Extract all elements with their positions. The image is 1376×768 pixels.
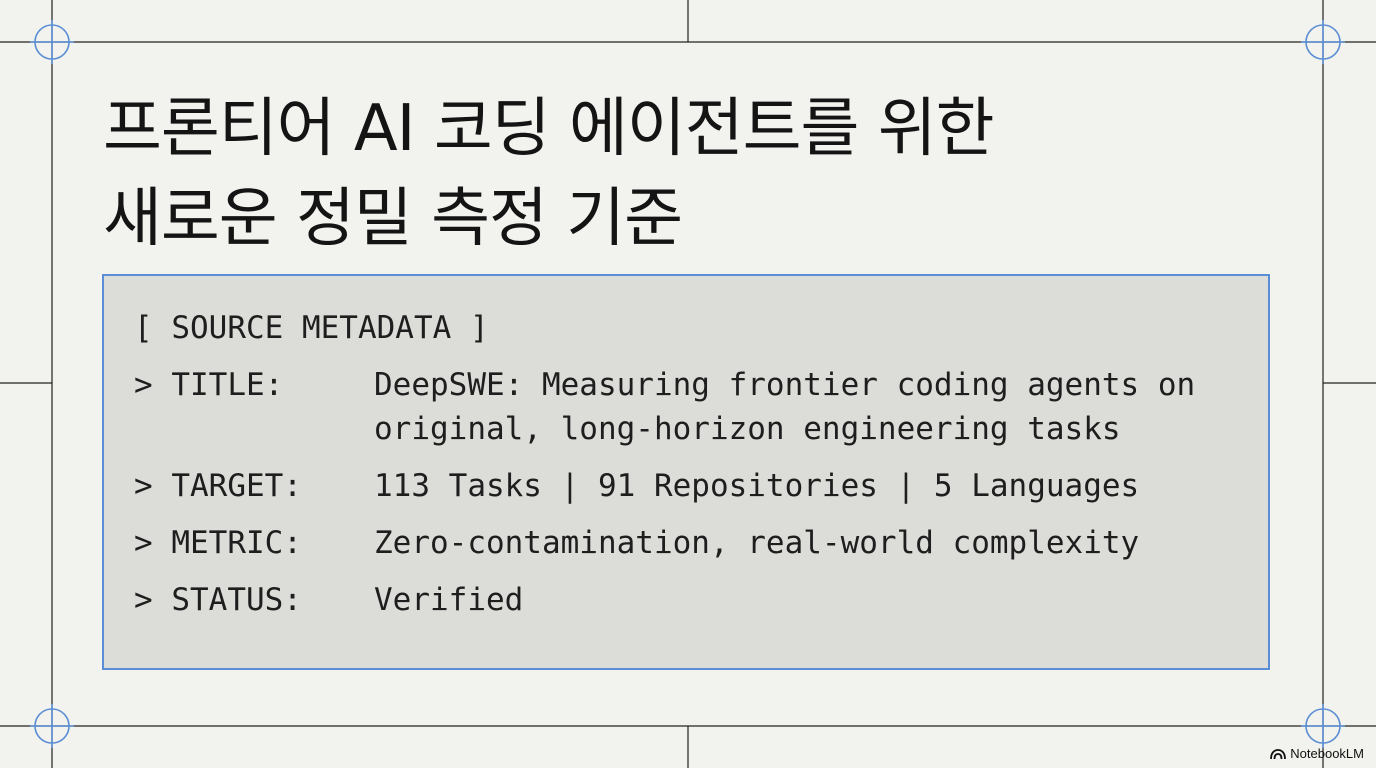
notebooklm-watermark: NotebookLM: [1270, 746, 1364, 761]
crosshair-top-left-icon: [30, 20, 74, 64]
metadata-value-title-line-2: original, long-horizon engineering tasks: [374, 411, 1121, 447]
metadata-key-status: > STATUS:: [134, 582, 302, 618]
metadata-row-status: > STATUS: Verified: [134, 578, 523, 754]
page-title: 프론티어 AI 코딩 에이전트를 위한 새로운 정밀 측정 기준: [103, 84, 994, 264]
crosshair-bottom-right-icon: [1301, 704, 1345, 748]
source-metadata-panel: [ SOURCE METADATA ] > TITLE: DeepSWE: Me…: [102, 274, 1270, 670]
metadata-key-title: > TITLE:: [134, 367, 284, 403]
metadata-value-target: 113 Tasks | 91 Repositories | 5 Language…: [374, 468, 1140, 504]
metadata-value-title-line-1: DeepSWE: Measuring frontier coding agent…: [374, 367, 1196, 403]
crosshair-bottom-left-icon: [30, 704, 74, 748]
notebooklm-label: NotebookLM: [1290, 746, 1364, 761]
metadata-value-status: Verified: [374, 582, 524, 618]
notebooklm-icon: [1270, 748, 1287, 759]
metadata-key-target: > TARGET:: [134, 468, 302, 504]
metadata-value-title: DeepSWE: Measuring frontier coding agent…: [374, 363, 1254, 451]
metadata-key-metric: > METRIC:: [134, 525, 302, 561]
metadata-value-metric: Zero-contamination, real-world complexit…: [374, 525, 1140, 561]
metadata-header: [ SOURCE METADATA ]: [134, 310, 489, 346]
crosshair-top-right-icon: [1301, 20, 1345, 64]
page-title-line-2: 새로운 정밀 측정 기준: [103, 182, 683, 256]
page-title-line-1: 프론티어 AI 코딩 에이전트를 위한: [103, 92, 994, 166]
